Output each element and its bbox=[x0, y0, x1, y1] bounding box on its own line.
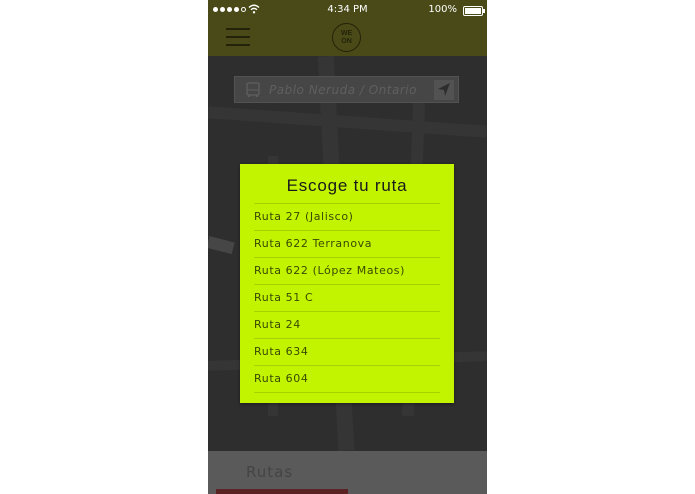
route-option[interactable]: Ruta 27 (Jalisco) bbox=[254, 204, 440, 231]
bottom-panel[interactable]: Rutas bbox=[208, 451, 487, 494]
app-logo: WE ON bbox=[332, 23, 361, 52]
dialog-title: Escoge tu ruta bbox=[286, 176, 408, 195]
logo-text-top: WE bbox=[340, 29, 353, 37]
route-option[interactable]: Ruta 51 C bbox=[254, 285, 440, 312]
route-list: Ruta 27 (Jalisco) Ruta 622 Terranova Rut… bbox=[254, 203, 440, 393]
status-bar: 4:34 PM 100% bbox=[208, 0, 487, 21]
route-option[interactable]: Ruta 622 (López Mateos) bbox=[254, 258, 440, 285]
hamburger-icon[interactable] bbox=[226, 28, 250, 46]
route-picker-dialog: Escoge tu ruta Ruta 27 (Jalisco) Ruta 62… bbox=[240, 164, 454, 403]
battery-icon bbox=[463, 6, 485, 16]
route-option[interactable]: Ruta 622 Terranova bbox=[254, 231, 440, 258]
bottom-panel-title: Rutas bbox=[246, 463, 294, 481]
logo-text-bottom: ON bbox=[341, 37, 352, 45]
route-option[interactable]: Ruta 604 bbox=[254, 366, 440, 393]
bottom-accent-bar bbox=[216, 489, 348, 494]
route-option[interactable]: Ruta 24 bbox=[254, 312, 440, 339]
route-option[interactable]: Ruta 634 bbox=[254, 339, 440, 366]
app-header: WE ON bbox=[208, 21, 487, 56]
phone-screen: 4:34 PM 100% WE ON Escoge tu ruta Ruta 2… bbox=[208, 0, 487, 494]
battery-percent: 100% bbox=[428, 4, 457, 15]
